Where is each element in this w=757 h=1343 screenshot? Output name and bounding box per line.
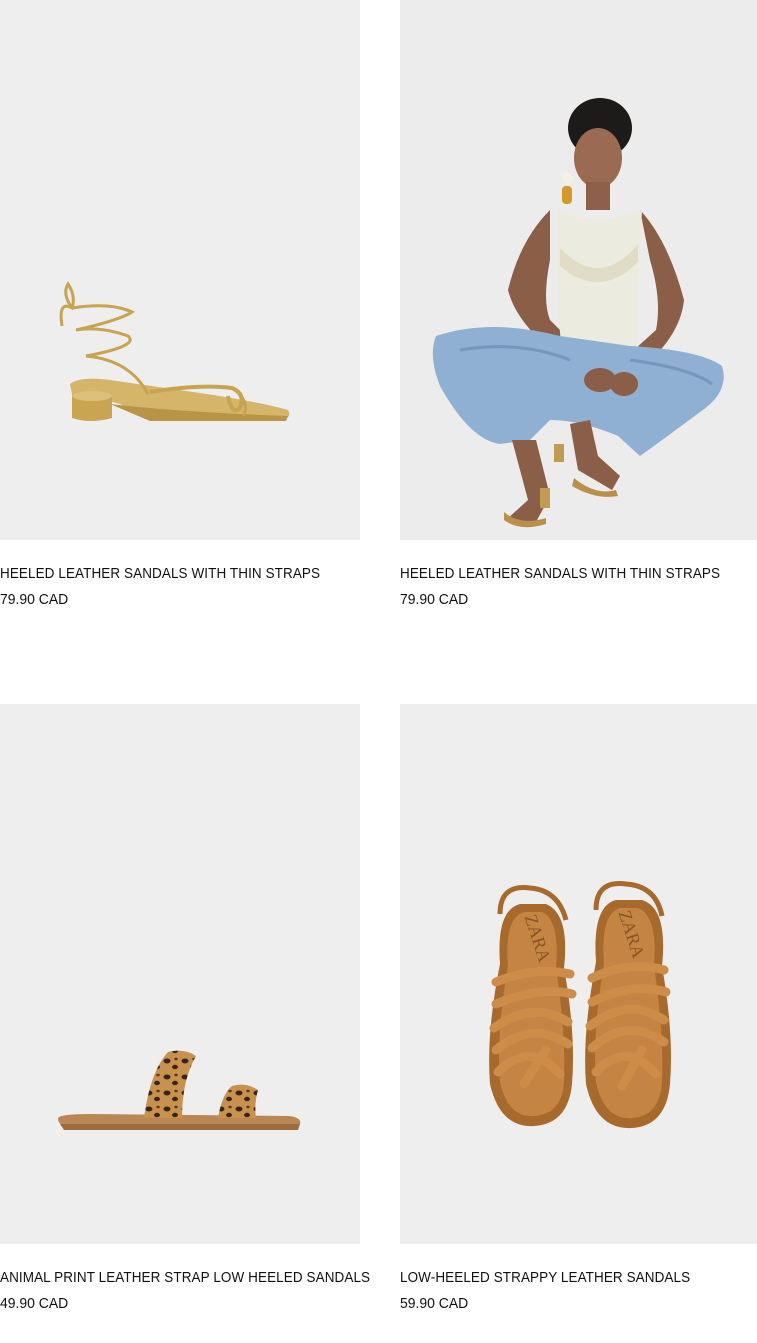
product-name[interactable]: ANIMAL PRINT LEATHER STRAP LOW HEELED SA…	[0, 1268, 370, 1288]
tan-strappy-sandals-icon: ZARA ZARA	[489, 881, 671, 1129]
leopard-slide-sandal-icon	[58, 1050, 301, 1130]
model-wearing-sandals-icon	[432, 98, 724, 528]
product-card[interactable]: HEELED LEATHER SANDALS WITH THIN STRAPS …	[0, 0, 360, 608]
product-price: 59.90 CAD	[400, 1295, 469, 1312]
product-card[interactable]: ZARA ZARA LOW-HEELED STRAPPY LEATHER SAN…	[400, 704, 757, 1312]
product-name[interactable]: HEELED LEATHER SANDALS WITH THIN STRAPS	[400, 564, 720, 584]
product-name[interactable]: HEELED LEATHER SANDALS WITH THIN STRAPS	[0, 564, 320, 584]
tan-strappy-sandals-image[interactable]: ZARA ZARA	[400, 704, 757, 1244]
zara-logo: ZARA ZARA	[521, 908, 649, 965]
product-price: 79.90 CAD	[400, 591, 469, 608]
product-name[interactable]: LOW-HEELED STRAPPY LEATHER SANDALS	[400, 1268, 690, 1288]
gold-lace-up-sandal-image[interactable]	[0, 0, 360, 540]
gold-lace-up-sandal-icon	[59, 281, 290, 421]
product-card[interactable]: ANIMAL PRINT LEATHER STRAP LOW HEELED SA…	[0, 704, 370, 1312]
leopard-slide-sandal-image[interactable]	[0, 704, 360, 1244]
model-wearing-sandals-image[interactable]	[400, 0, 757, 540]
product-price: 79.90 CAD	[0, 591, 69, 608]
product-price: 49.90 CAD	[0, 1295, 69, 1312]
product-card[interactable]: HEELED LEATHER SANDALS WITH THIN STRAPS …	[400, 0, 757, 608]
